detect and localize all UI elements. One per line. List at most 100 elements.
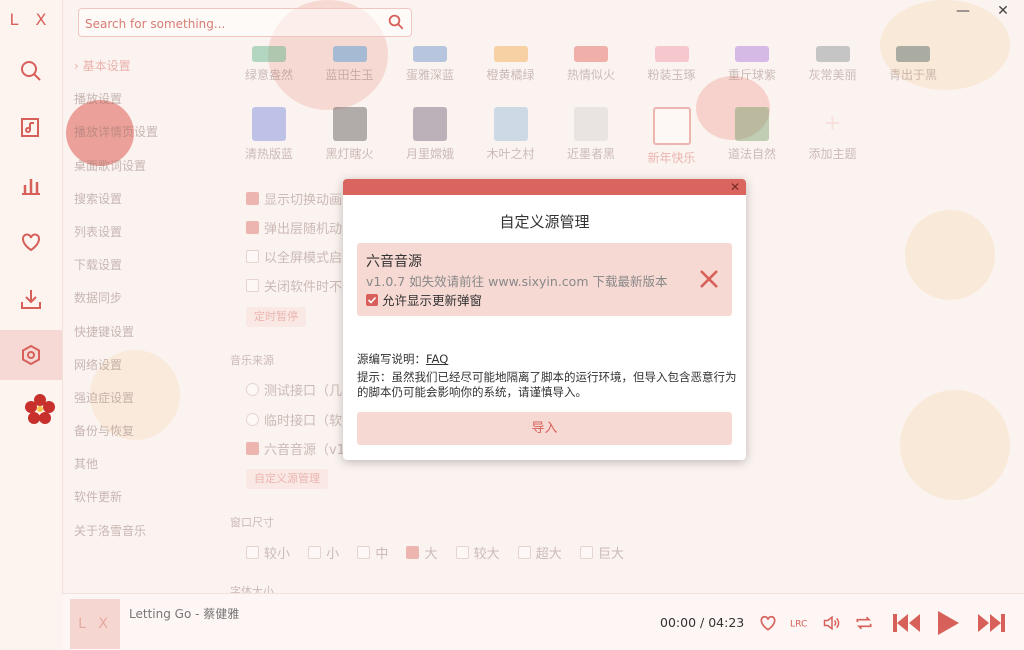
radio[interactable] — [246, 413, 259, 426]
theme-label: 重斤球紫 — [727, 68, 776, 82]
search-button-icon[interactable] — [387, 13, 405, 31]
source-description: v1.0.7 如失效请前往 www.sixyin.com 下载最新版本 — [366, 274, 668, 289]
app-logo: L X — [9, 10, 53, 29]
music-library-icon — [21, 118, 39, 137]
theme-option[interactable]: 蛋雅深蓝 — [389, 40, 471, 83]
settings-nav-item[interactable]: 备份与恢复 — [66, 415, 216, 448]
theme-option[interactable]: 木叶之村 — [470, 107, 552, 162]
settings-nav-item[interactable]: 软件更新 — [66, 481, 216, 514]
settings-nav-item[interactable]: 快捷键设置 — [66, 316, 216, 349]
svg-text:LRC: LRC — [790, 618, 807, 629]
theme-option[interactable]: 黑灯瞎火 — [309, 107, 391, 162]
theme-option[interactable]: 粉装玉琢 — [631, 40, 713, 83]
album-cover[interactable]: L X — [70, 599, 120, 649]
settings-nav-item[interactable]: 桌面歌词设置 — [66, 150, 216, 183]
theme-option[interactable]: 热情似火 — [550, 40, 632, 83]
size-option[interactable]: 较小 — [246, 546, 290, 562]
timer-pause-button[interactable]: 定时暂停 — [246, 307, 306, 327]
sidebar-item-search[interactable] — [0, 46, 62, 96]
checkbox[interactable] — [246, 250, 259, 263]
theme-label: 添加主题 — [808, 147, 857, 161]
checkbox[interactable] — [246, 279, 259, 292]
theme-label: 木叶之村 — [486, 147, 535, 161]
favorite-add-icon[interactable] — [758, 613, 778, 633]
option-fullscreen-start[interactable]: 以全屏模式启 — [246, 247, 342, 266]
theme-option[interactable]: 重斤球紫 — [711, 40, 793, 83]
theme-option[interactable]: 绿意盎然 — [228, 40, 310, 83]
theme-swatch — [493, 46, 528, 62]
settings-nav-item[interactable]: 下载设置 — [66, 249, 216, 282]
checkbox[interactable] — [246, 192, 259, 205]
source-option-sixyin[interactable]: 六音音源（v1 — [246, 439, 345, 458]
size-option[interactable]: 较大 — [455, 546, 500, 562]
radio[interactable] — [246, 383, 259, 396]
theme-option[interactable]: 月里嫦娥 — [389, 107, 471, 162]
checkbox-checked-icon[interactable] — [366, 294, 378, 306]
close-window-button[interactable]: ✕ — [994, 2, 1012, 20]
theme-option[interactable]: 橙黄橘绿 — [470, 40, 552, 83]
settings-nav-item[interactable]: 播放详情页设置 — [66, 116, 216, 149]
sidebar-item-leaderboard[interactable] — [0, 160, 62, 210]
settings-nav-item[interactable]: 列表设置 — [66, 216, 216, 249]
dialog-close-button[interactable]: ✕ — [730, 179, 740, 195]
size-option[interactable]: 巨大 — [579, 546, 624, 562]
allow-update-popup-option[interactable]: 允许显示更新弹窗 — [366, 290, 482, 309]
lyric-icon[interactable]: LRC — [789, 613, 811, 633]
sidebar-item-favorites[interactable] — [0, 217, 62, 267]
theme-option[interactable]: 灰常美丽 — [792, 40, 874, 83]
theme-option[interactable]: + 添加主题 — [792, 107, 874, 162]
size-option[interactable]: 大 — [406, 546, 437, 562]
settings-nav-item[interactable]: 网络设置 — [66, 349, 216, 382]
theme-swatch — [654, 46, 689, 62]
theme-swatch — [252, 107, 286, 141]
settings-nav-item[interactable]: 数据同步 — [66, 282, 216, 315]
minimize-button[interactable]: — — [954, 2, 972, 20]
source-option-test[interactable]: 测试接口（几 — [246, 380, 342, 399]
dialog-title-bar: ✕ — [343, 179, 746, 195]
theme-option[interactable]: 蓝田生玉 — [309, 40, 391, 83]
theme-label: 橙黄橘绿 — [486, 68, 535, 82]
settings-nav-item[interactable]: 关于洛雪音乐 — [66, 515, 216, 548]
download-icon — [21, 290, 41, 309]
remove-source-icon[interactable] — [697, 267, 721, 291]
theme-option[interactable]: 近墨者黑 — [550, 107, 632, 162]
faq-link[interactable]: FAQ — [426, 352, 448, 366]
settings-nav-item[interactable]: 强迫症设置 — [66, 382, 216, 415]
next-track-icon[interactable] — [976, 612, 1006, 634]
volume-icon[interactable] — [821, 613, 843, 633]
theme-label: 热情似火 — [566, 68, 615, 82]
theme-option[interactable]: 清热版蓝 — [228, 107, 310, 162]
import-button[interactable]: 导入 — [357, 412, 732, 445]
source-option-temp[interactable]: 临时接口（软 — [246, 410, 342, 429]
option-switch-animation[interactable]: 显示切换动画 — [246, 189, 342, 208]
repeat-icon[interactable] — [854, 613, 874, 633]
option-random-popup-animation[interactable]: 弹出层随机动 — [246, 218, 342, 237]
settings-nav-item-basic[interactable]: › 基本设置 — [66, 50, 216, 83]
option-close-behavior[interactable]: 关闭软件时不 — [246, 276, 342, 295]
theme-swatch: + — [823, 111, 842, 136]
theme-swatch — [413, 46, 447, 62]
theme-option[interactable]: 青出于黑 — [872, 40, 954, 83]
settings-nav-item[interactable]: 其他 — [66, 448, 216, 481]
theme-option[interactable]: 道法自然 — [711, 107, 793, 162]
theme-swatch — [332, 107, 367, 141]
size-option[interactable]: 超大 — [517, 546, 562, 562]
theme-label: 灰常美丽 — [808, 68, 857, 82]
checkbox[interactable] — [246, 221, 259, 234]
sidebar-item-settings[interactable] — [0, 330, 62, 380]
size-option[interactable]: 小 — [308, 546, 339, 562]
theme-option[interactable]: 新年快乐 — [631, 107, 713, 166]
theme-swatch — [652, 107, 691, 145]
sidebar-item-download[interactable] — [0, 274, 62, 324]
player-bar: L X Letting Go - 蔡健雅 00:00 / 04:23 LRC — [62, 593, 1024, 650]
settings-nav-item[interactable]: 播放设置 — [66, 83, 216, 116]
search-input[interactable] — [83, 9, 377, 38]
settings-nav-item[interactable]: 搜索设置 — [66, 183, 216, 216]
checkbox[interactable] — [246, 442, 259, 455]
theme-label: 绿意盎然 — [244, 68, 293, 82]
previous-track-icon[interactable] — [892, 612, 922, 634]
size-option[interactable]: 中 — [357, 546, 388, 562]
play-icon[interactable] — [936, 610, 960, 636]
custom-source-button[interactable]: 自定义源管理 — [246, 469, 328, 489]
sidebar-item-library[interactable] — [0, 102, 62, 152]
